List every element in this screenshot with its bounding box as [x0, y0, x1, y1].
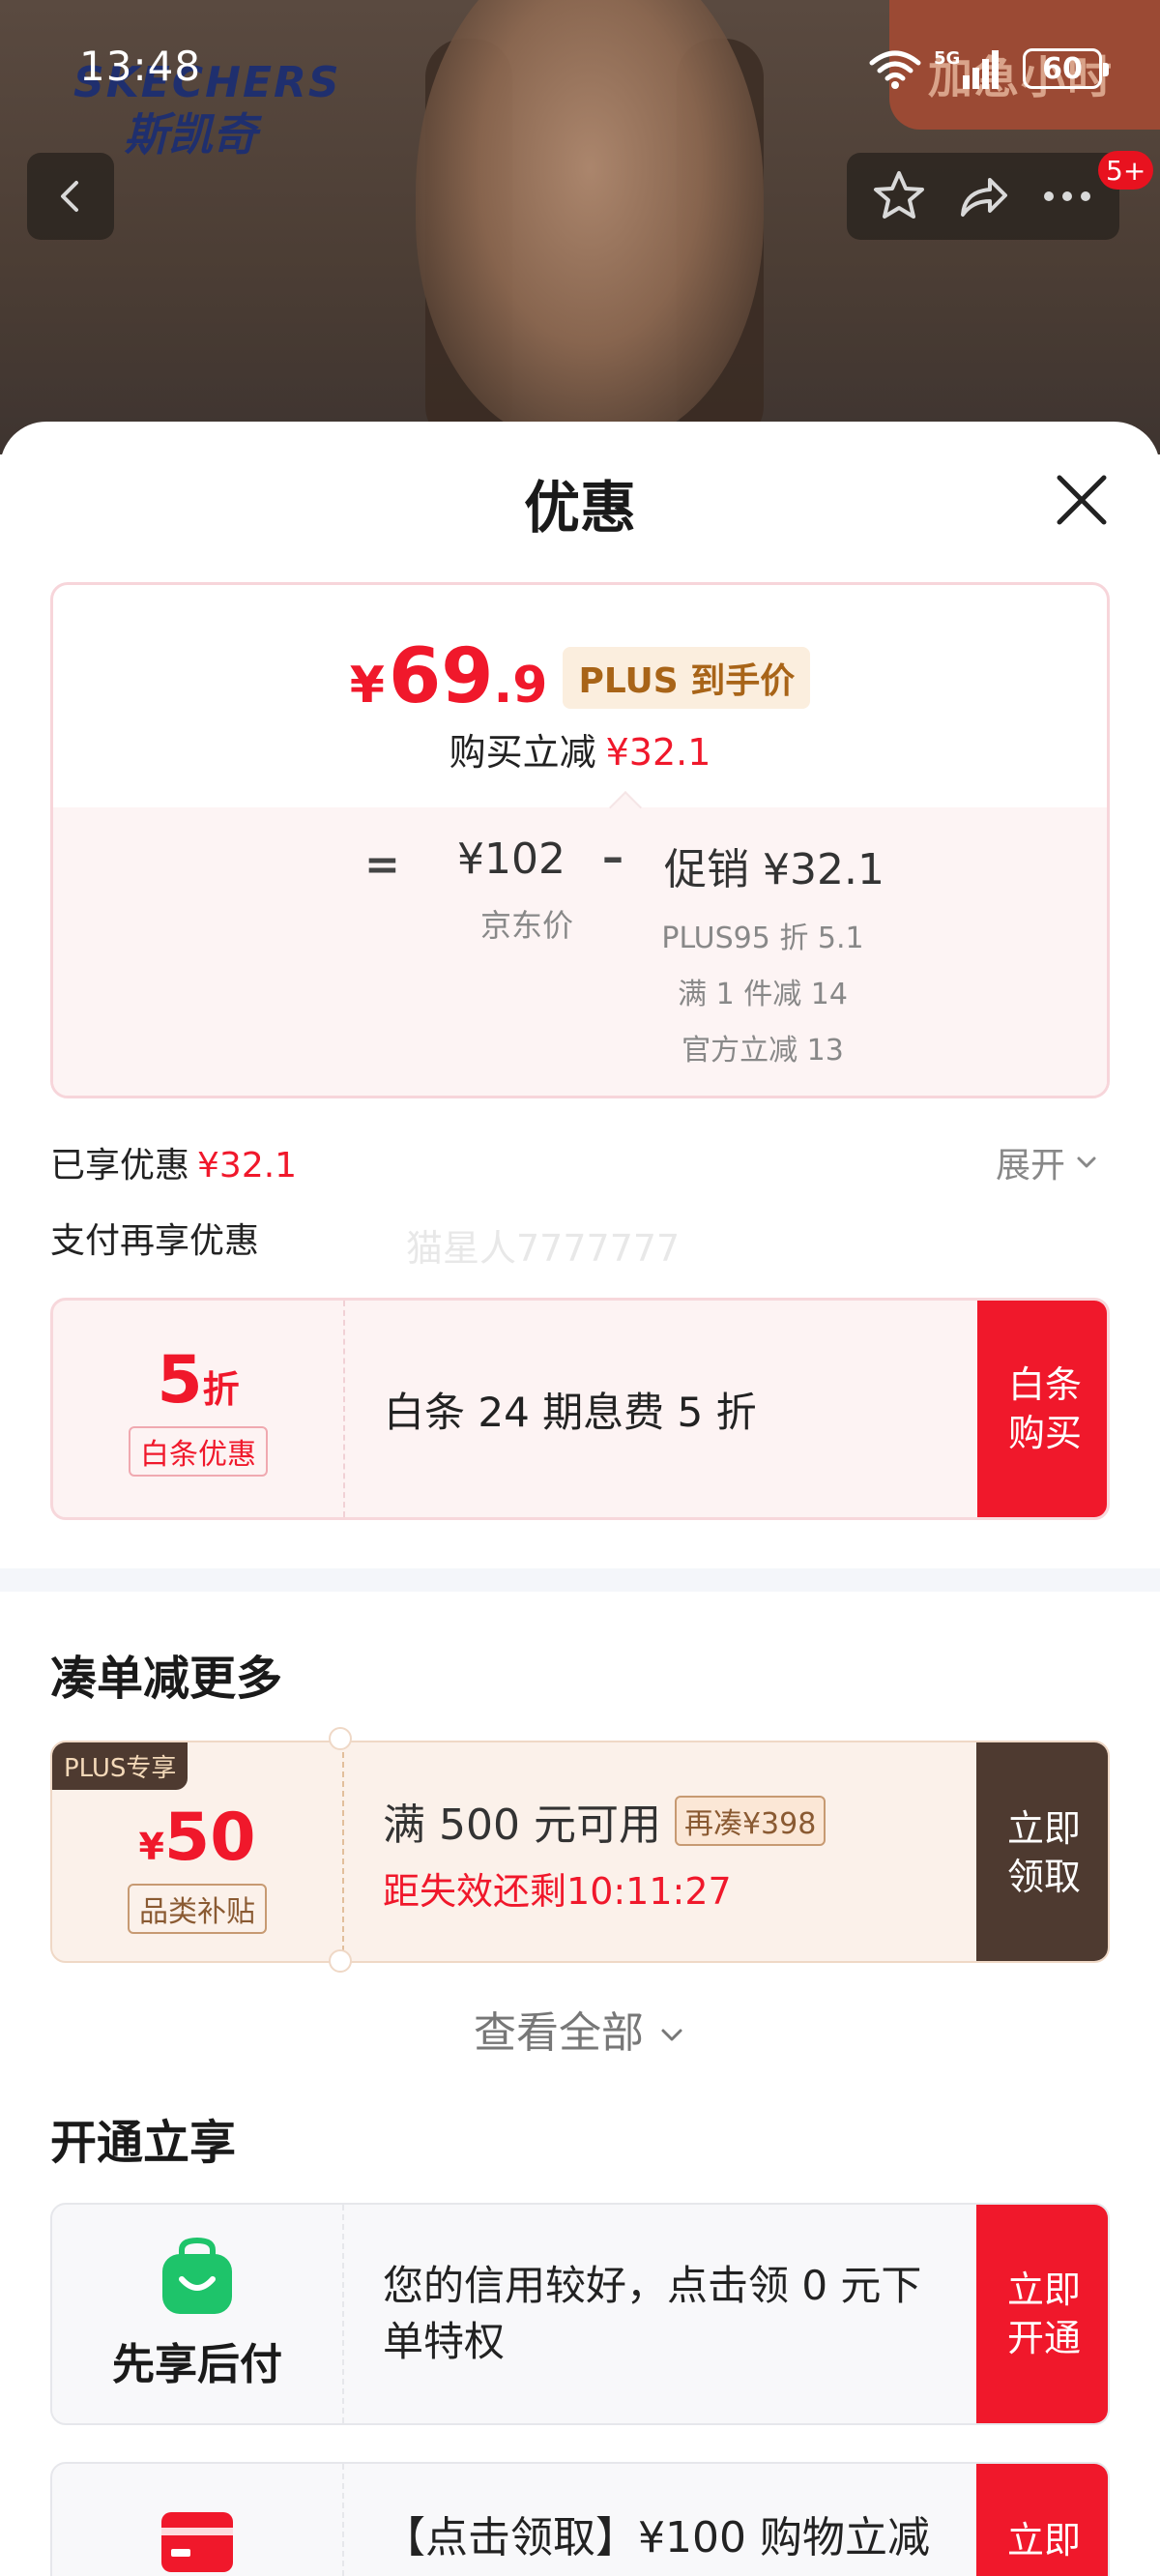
share-icon	[960, 178, 1007, 217]
svg-text:5G: 5G	[934, 48, 960, 69]
plus-coupon-currency: ¥	[138, 1825, 164, 1868]
battery-icon: 60	[1023, 48, 1109, 89]
chevron-down-icon	[661, 2029, 682, 2041]
shopping-discount-description: 【点击领取】¥100 购物立减	[342, 2464, 976, 2576]
final-price-currency: ¥	[349, 657, 385, 715]
final-price-section: ¥ 69 .9 PLUS 到手价 购买立减 ¥32.1	[53, 585, 1107, 807]
share-button[interactable]	[944, 158, 1022, 235]
pay-later-card: 先享后付 您的信用较好，点击领 0 元下单特权 立即开通	[50, 2203, 1110, 2425]
plus-coupon-countdown: 10:11:27	[566, 1869, 732, 1913]
plus-price-tag: PLUS 到手价	[563, 647, 811, 709]
plus-coupon-condition-row: 满 500 元可用 再凑¥398	[383, 1790, 976, 1852]
instant-save-amount: ¥32.1	[605, 731, 711, 774]
favorite-button[interactable]	[860, 158, 938, 235]
back-button[interactable]	[27, 153, 114, 240]
plus-coupon-value: 50	[163, 1799, 256, 1876]
pay-later-brand: 先享后付	[52, 2205, 342, 2423]
plus-coupon-expiry: 距失效还剩10:11:27	[383, 1861, 976, 1915]
pay-later-text: 您的信用较好，点击领 0 元下单特权	[383, 2262, 922, 2365]
final-price-line: ¥ 69 .9 PLUS 到手价	[53, 633, 1107, 720]
plus-coupon-condition: 满 500 元可用	[383, 1800, 661, 1850]
final-price: ¥ 69 .9	[350, 633, 548, 720]
expand-button[interactable]: 展开	[996, 1137, 1100, 1187]
promo-amount: 促销 ¥32.1	[664, 845, 884, 894]
shopping-discount-brand	[52, 2464, 342, 2576]
card-icon	[161, 2512, 233, 2572]
discount-sheet: 优惠 ¥ 69 .9 PLUS 到手价 购买立减 ¥32.1 = ¥102 京东…	[0, 422, 1160, 2576]
instant-save-label: 购买立减	[449, 731, 596, 774]
baitiao-discount-unit: 折	[202, 1367, 240, 1411]
baitiao-description: 白条 24 期息费 5 折	[343, 1301, 977, 1517]
section-title-open-benefits: 开通立享	[50, 2116, 237, 2170]
view-all-button[interactable]: 查看全部	[0, 1998, 1160, 2060]
shopping-discount-card: 【点击领取】¥100 购物立减 立即	[50, 2462, 1110, 2576]
more-button[interactable]	[1029, 158, 1106, 235]
final-price-integer: 69	[388, 633, 494, 720]
chevron-down-icon	[1077, 1156, 1096, 1168]
status-bar: 13:48 5G 60	[0, 0, 1160, 135]
close-button[interactable]	[1052, 470, 1112, 530]
equals-sign: =	[364, 840, 400, 890]
final-price-decimal: .9	[493, 657, 548, 715]
baitiao-buy-button[interactable]: 白条购买	[977, 1301, 1107, 1517]
pay-more-title: 支付再享优惠	[50, 1221, 260, 1261]
claim-coupon-button[interactable]: 立即领取	[976, 1742, 1108, 1961]
status-time: 13:48	[79, 43, 202, 90]
coupon-punch-hole	[329, 1727, 352, 1750]
enjoyed-discount: 已享优惠 ¥32.1	[50, 1137, 297, 1187]
status-icons: 5G 60	[868, 46, 1109, 91]
chevron-left-icon	[61, 181, 78, 212]
base-price: ¥102	[457, 834, 566, 884]
expand-label: 展开	[996, 1146, 1066, 1186]
plus-coupon-tag: 品类补贴	[128, 1883, 267, 1934]
shopping-discount-text: 【点击领取】¥100 购物立减	[383, 2513, 930, 2562]
pay-later-label: 先享后付	[112, 2340, 282, 2389]
view-all-label: 查看全部	[474, 2008, 644, 2058]
nav-actions	[847, 153, 1119, 240]
baitiao-discount-block: 5 折 白条优惠	[53, 1301, 343, 1517]
promo-detail-list: PLUS95 折 5.1 满 1 件减 14 官方立减 13	[618, 914, 908, 1068]
enjoyed-label: 已享优惠	[50, 1146, 190, 1186]
coupon-punch-hole	[329, 1949, 352, 1973]
user-watermark: 猫星人7777777	[406, 1227, 681, 1270]
plus-coupon-card: PLUS专享 ¥ 50 品类补贴 满 500 元可用 再凑¥398 距失效还剩1…	[50, 1741, 1110, 1963]
plus-coupon-expiry-label: 距失效还剩	[383, 1869, 567, 1913]
close-icon	[1057, 475, 1107, 525]
baitiao-text: 白条 24 期息费 5 折	[384, 1388, 757, 1436]
price-breakdown-card: ¥ 69 .9 PLUS 到手价 购买立减 ¥32.1 = ¥102 京东价 – …	[50, 582, 1110, 1098]
claim-shopping-discount-button[interactable]: 立即	[976, 2464, 1108, 2576]
shopping-bag-icon	[162, 2237, 232, 2314]
plus-coupon-info: 满 500 元可用 再凑¥398 距失效还剩10:11:27	[342, 1742, 976, 1961]
promo-column: 促销 ¥32.1 PLUS95 折 5.1 满 1 件减 14 官方立减 13	[610, 834, 900, 1068]
promo-detail-item: PLUS95 折 5.1	[661, 922, 864, 955]
baitiao-discount: 5 折	[157, 1342, 239, 1419]
plus-exclusive-badge: PLUS专享	[52, 1742, 188, 1790]
baitiao-offer-card: 5 折 白条优惠 白条 24 期息费 5 折 白条购买	[50, 1298, 1110, 1520]
more-dots-icon	[1044, 191, 1091, 201]
message-count-badge: 5+	[1098, 151, 1154, 190]
section-divider	[0, 1568, 1160, 1592]
instant-save-line: 购买立减 ¥32.1	[53, 722, 1107, 776]
star-icon	[873, 171, 924, 219]
baitiao-discount-number: 5	[157, 1341, 203, 1419]
promo-detail-item: 满 1 件减 14	[678, 978, 848, 1011]
baitiao-tag: 白条优惠	[129, 1425, 268, 1477]
enjoyed-amount: ¥32.1	[197, 1146, 298, 1186]
pay-later-description: 您的信用较好，点击领 0 元下单特权	[342, 2205, 976, 2423]
signal-5g-icon: 5G	[932, 46, 1005, 91]
wifi-icon	[868, 47, 922, 90]
plus-coupon-amount: ¥ 50	[138, 1800, 255, 1876]
plus-coupon-gap-pill: 再凑¥398	[674, 1795, 826, 1846]
base-price-column: ¥102 京东价	[426, 834, 620, 946]
section-title-more-discount: 凑单减更多	[50, 1652, 283, 1706]
base-price-label: 京东价	[480, 907, 574, 944]
activate-pay-later-button[interactable]: 立即开通	[976, 2205, 1108, 2423]
price-formula-section: = ¥102 京东价 – 促销 ¥32.1 PLUS95 折 5.1 满 1 件…	[53, 807, 1107, 1096]
promo-detail-item: 官方立减 13	[682, 1034, 844, 1068]
sheet-title: 优惠	[523, 475, 636, 541]
